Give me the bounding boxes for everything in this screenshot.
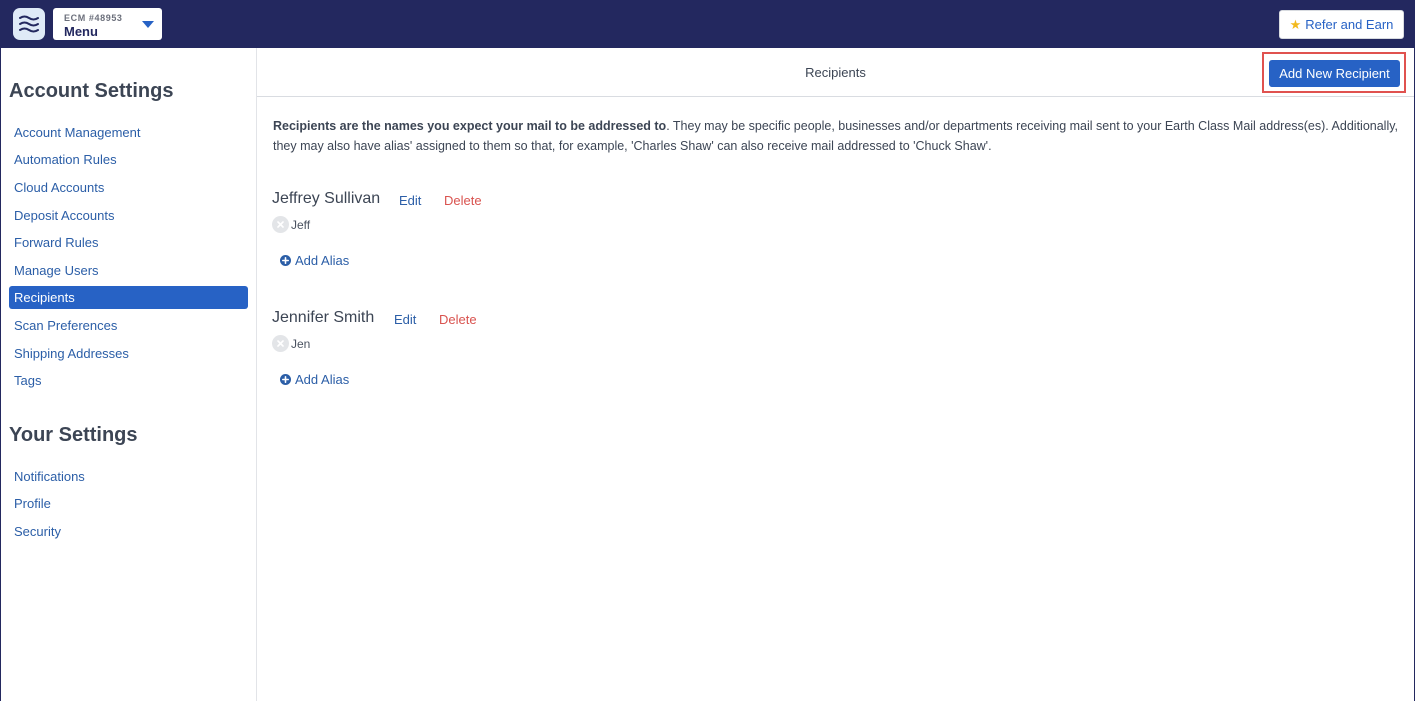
sidebar-item-account-management[interactable]: Account Management xyxy=(9,121,248,144)
menu-label: Menu xyxy=(64,24,98,39)
delete-recipient-link[interactable]: Delete xyxy=(444,193,482,208)
add-alias-button[interactable]: Add Alias xyxy=(280,252,349,268)
sidebar-item-automation-rules[interactable]: Automation Rules xyxy=(9,148,248,171)
logo-waves-icon[interactable] xyxy=(13,8,45,40)
recipient-name: Jennifer Smith xyxy=(272,309,375,326)
sidebar-item-deposit-accounts[interactable]: Deposit Accounts xyxy=(9,204,248,227)
top-bar: ECM #48953 Menu ★ Refer and Earn xyxy=(0,0,1415,48)
star-icon: ★ xyxy=(1289,17,1302,32)
sidebar-item-forward-rules[interactable]: Forward Rules xyxy=(9,231,248,254)
chevron-down-icon xyxy=(142,21,154,28)
remove-alias-icon[interactable] xyxy=(272,335,289,352)
plus-circle-icon xyxy=(280,373,291,385)
alias-text: Jen xyxy=(291,336,311,351)
app-window: ECM #48953 Menu ★ Refer and Earn Account… xyxy=(0,0,1415,701)
account-settings-heading: Account Settings xyxy=(9,80,174,102)
add-alias-label: Add Alias xyxy=(295,371,350,387)
sidebar-item-tags[interactable]: Tags xyxy=(9,369,248,392)
plus-circle-icon xyxy=(280,254,291,266)
page-title: Recipients xyxy=(805,65,866,80)
page-header: Recipients Add New Recipient xyxy=(257,48,1414,97)
sidebar-item-scan-preferences[interactable]: Scan Preferences xyxy=(9,314,248,337)
intro-bold: Recipients are the names you expect your… xyxy=(273,119,667,133)
add-new-recipient-button[interactable]: Add New Recipient xyxy=(1269,60,1400,87)
add-alias-label: Add Alias xyxy=(295,252,350,268)
account-menu-dropdown[interactable]: ECM #48953 Menu xyxy=(53,8,162,40)
add-alias-button[interactable]: Add Alias xyxy=(280,371,349,387)
alias-item: Jeff xyxy=(272,216,310,233)
sidebar-item-security[interactable]: Security xyxy=(9,520,248,543)
refer-and-earn-button[interactable]: ★ Refer and Earn xyxy=(1279,10,1404,39)
your-settings-heading: Your Settings xyxy=(9,424,138,446)
remove-alias-icon[interactable] xyxy=(272,216,289,233)
highlight-box: Add New Recipient xyxy=(1262,52,1406,93)
account-id: ECM #48953 xyxy=(64,13,123,23)
sidebar-item-manage-users[interactable]: Manage Users xyxy=(9,259,248,282)
recipient-name: Jeffrey Sullivan xyxy=(272,190,381,207)
edit-recipient-link[interactable]: Edit xyxy=(399,193,421,208)
alias-text: Jeff xyxy=(291,217,311,232)
edit-recipient-link[interactable]: Edit xyxy=(394,312,416,327)
sidebar-item-shipping-addresses[interactable]: Shipping Addresses xyxy=(9,342,248,365)
sidebar-item-notifications[interactable]: Notifications xyxy=(9,465,248,488)
sidebar-item-cloud-accounts[interactable]: Cloud Accounts xyxy=(9,176,248,199)
alias-item: Jen xyxy=(272,335,310,352)
intro-text: Recipients are the names you expect your… xyxy=(273,116,1403,156)
settings-sidebar: Account Settings Account Management Auto… xyxy=(1,48,257,701)
sidebar-item-recipients[interactable]: Recipients xyxy=(9,286,248,309)
refer-label: Refer and Earn xyxy=(1305,17,1394,32)
main-content: Recipients Add New Recipient Recipients … xyxy=(257,48,1414,701)
delete-recipient-link[interactable]: Delete xyxy=(439,312,477,327)
sidebar-item-profile[interactable]: Profile xyxy=(9,492,248,515)
